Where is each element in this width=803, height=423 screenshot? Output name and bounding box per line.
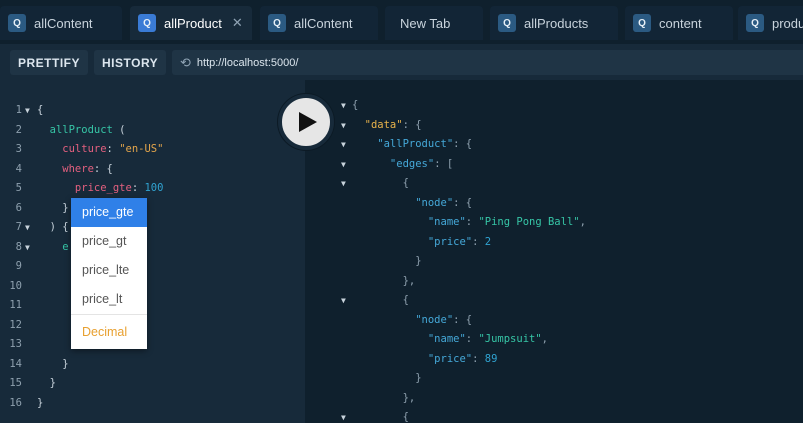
query-tab-icon: Q <box>138 14 156 32</box>
prettify-button[interactable]: PRETTIFY <box>10 50 89 75</box>
result-line: { <box>352 99 359 111</box>
query-tab-icon: Q <box>498 14 516 32</box>
tab-2[interactable]: QallContent <box>260 6 378 40</box>
line-number: 14 <box>9 357 22 370</box>
tab-label: allProducts <box>524 15 589 31</box>
fold-arrow-icon[interactable]: ▼ <box>341 155 346 174</box>
fold-arrow-icon[interactable]: ▼ <box>25 101 30 120</box>
result-line: }, <box>352 274 416 287</box>
autocomplete-option-price-gte[interactable]: price_gte <box>71 198 147 227</box>
fold-arrow-icon[interactable]: ▼ <box>25 238 30 257</box>
autocomplete-option-price-lt[interactable]: price_lt <box>71 285 147 314</box>
tab-label: produ <box>772 15 803 31</box>
tab-label: allProduct <box>164 15 222 31</box>
fold-arrow-icon[interactable]: ▼ <box>25 218 30 237</box>
result-line: } <box>352 255 422 267</box>
line-number: 4 <box>15 162 22 175</box>
result-line: "price": 2 <box>352 235 492 248</box>
tab-3[interactable]: New Tab <box>385 6 483 40</box>
tab-label: allContent <box>34 15 93 31</box>
line-number: 9 <box>15 260 22 272</box>
query-line: { <box>37 104 44 116</box>
line-number: 11 <box>9 299 22 311</box>
line-number: 10 <box>9 279 22 292</box>
line-number: 2 <box>15 123 22 136</box>
query-line: allProduct ( <box>37 123 126 136</box>
tab-1[interactable]: QallProduct ✕ <box>130 6 252 40</box>
result-line: "allProduct": { <box>352 138 473 150</box>
line-number: 6 <box>15 201 22 214</box>
line-number: 7 <box>15 221 22 233</box>
fold-arrow-icon[interactable]: ▼ <box>341 135 346 154</box>
close-tab-icon[interactable]: ✕ <box>232 15 243 31</box>
query-line: } <box>37 396 44 409</box>
line-number: 16 <box>9 396 22 409</box>
query-line: culture: "en-US" <box>37 143 164 155</box>
query-line: e <box>37 240 69 253</box>
endpoint-url-bar[interactable]: ⟲ http://localhost:5000/ <box>172 50 803 75</box>
autocomplete-type-hint: Decimal <box>71 314 147 348</box>
result-line: }, <box>352 391 416 404</box>
fold-arrow-icon[interactable]: ▼ <box>341 291 346 310</box>
line-number: 15 <box>9 377 22 389</box>
query-line: price_gte: 100 <box>37 182 164 194</box>
reload-icon[interactable]: ⟲ <box>180 55 191 71</box>
fold-arrow-icon[interactable]: ▼ <box>341 96 346 115</box>
query-tab-icon: Q <box>268 14 286 32</box>
query-line: } <box>37 377 56 389</box>
autocomplete-option-price-lte[interactable]: price_lte <box>71 256 147 285</box>
tab-label: content <box>659 15 702 31</box>
result-line: "name": "Jumpsuit", <box>352 333 548 345</box>
tab-6[interactable]: Qprodu <box>738 6 803 40</box>
query-line: where: { <box>37 162 113 175</box>
tab-label: allContent <box>294 15 353 31</box>
query-line: } <box>37 357 69 370</box>
result-line: { <box>352 294 409 306</box>
result-line: } <box>352 372 422 384</box>
tab-4[interactable]: QallProducts <box>490 6 618 40</box>
fold-arrow-icon[interactable]: ▼ <box>341 116 346 135</box>
result-line: "edges": [ <box>352 157 454 170</box>
autocomplete-dropdown: price_gte price_gt price_lte price_lt Decima… <box>71 198 147 349</box>
tab-bar: QallContent QallProduct ✕ QallContent New Ta… <box>0 0 803 44</box>
query-tab-icon: Q <box>8 14 26 32</box>
endpoint-url: http://localhost:5000/ <box>196 56 299 69</box>
query-tab-icon: Q <box>746 14 764 32</box>
query-line: } <box>37 201 69 214</box>
execute-query-button[interactable] <box>278 94 334 150</box>
result-line: "price": 89 <box>352 352 498 365</box>
result-line: "node": { <box>352 196 473 209</box>
play-icon <box>299 112 317 132</box>
result-line: { <box>352 411 409 423</box>
tab-label: New Tab <box>400 15 451 31</box>
fold-arrow-icon[interactable]: ▼ <box>341 408 346 423</box>
line-number: 3 <box>15 143 22 155</box>
query-line: ) { <box>37 221 69 233</box>
result-line: { <box>352 177 409 189</box>
toolbar: PRETTIFY HISTORY ⟲ http://localhost:5000… <box>0 44 803 80</box>
result-line: "data": { <box>352 118 422 131</box>
fold-arrow-icon[interactable]: ▼ <box>341 174 346 193</box>
query-tab-icon: Q <box>633 14 651 32</box>
tab-0[interactable]: QallContent <box>0 6 122 40</box>
query-editor[interactable]: 1 ▼{2 allProduct (3 culture: "en-US" 4 whe… <box>0 80 305 423</box>
result-line: "name": "Ping Pong Ball", <box>352 216 586 228</box>
history-button[interactable]: HISTORY <box>94 50 167 75</box>
line-number: 12 <box>9 318 22 331</box>
line-number: 13 <box>9 338 22 350</box>
line-number: 8 <box>15 240 22 253</box>
result-viewer: ▼ { ▼ "data": { ▼ "allProduct": { ▼ "edges":… <box>305 80 803 423</box>
autocomplete-option-price-gt[interactable]: price_gt <box>71 227 147 256</box>
result-line: "node": { <box>352 313 473 326</box>
tab-5[interactable]: Qcontent <box>625 6 733 40</box>
line-number: 1 <box>15 104 22 116</box>
line-number: 5 <box>15 182 22 194</box>
